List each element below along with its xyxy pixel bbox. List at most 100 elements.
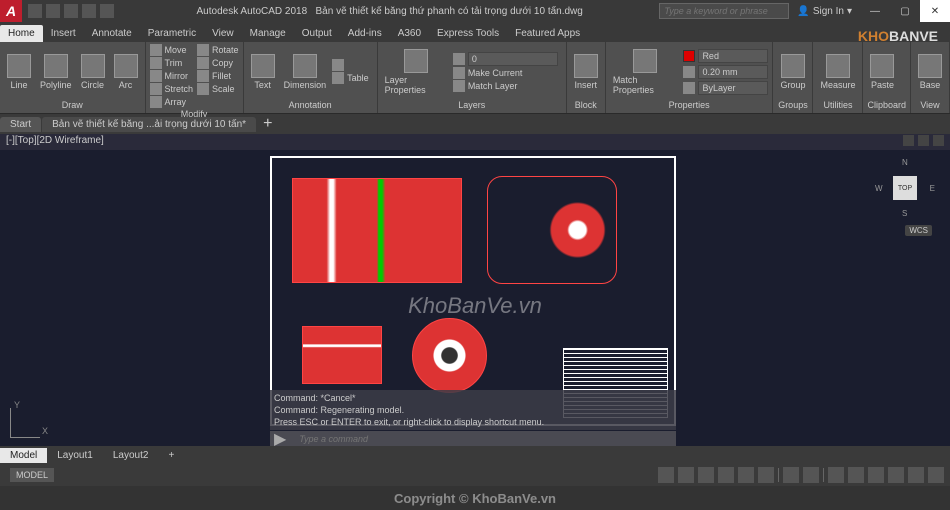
- insert-block-button[interactable]: Insert: [571, 52, 601, 92]
- compass-n[interactable]: N: [902, 158, 908, 167]
- qat-new-icon[interactable]: [28, 4, 42, 18]
- color-dropdown[interactable]: Red: [683, 49, 768, 63]
- panel-label[interactable]: Layers: [382, 99, 562, 111]
- circle-button[interactable]: Circle: [78, 52, 108, 92]
- leader-button[interactable]: [332, 59, 369, 71]
- qat-redo-icon[interactable]: [100, 4, 114, 18]
- ucs-icon[interactable]: Y X: [10, 408, 40, 438]
- move-button[interactable]: Move: [150, 44, 194, 56]
- panel-properties: Match Properties Red 0.20 mm ByLayer Pro…: [606, 42, 774, 113]
- maximize-button[interactable]: ▢: [890, 0, 920, 22]
- app-logo[interactable]: A: [0, 0, 22, 22]
- text-button[interactable]: Text: [248, 52, 278, 92]
- file-tab-current[interactable]: Bản vẽ thiết kế băng ...ải trọng dưới 10…: [42, 117, 256, 132]
- vp-close-icon[interactable]: [933, 135, 944, 146]
- panel-label[interactable]: Clipboard: [867, 99, 906, 111]
- panel-label[interactable]: Properties: [610, 99, 769, 111]
- view-cube[interactable]: N S E W TOP: [875, 158, 935, 218]
- layer-properties-button[interactable]: Layer Properties: [382, 47, 450, 97]
- base-button[interactable]: Base: [915, 52, 945, 92]
- ribbon-tab-featured[interactable]: Featured Apps: [507, 25, 588, 42]
- layout-tab-2[interactable]: Layout2: [103, 448, 159, 463]
- annotation-scale-icon[interactable]: [828, 467, 844, 483]
- minimize-button[interactable]: —: [860, 0, 890, 22]
- polar-toggle-icon[interactable]: [718, 467, 734, 483]
- paste-button[interactable]: Paste: [867, 52, 897, 92]
- ribbon-tab-parametric[interactable]: Parametric: [140, 25, 204, 42]
- layout-tab-add[interactable]: +: [158, 448, 184, 463]
- new-file-tab-button[interactable]: +: [257, 113, 278, 135]
- transparency-toggle-icon[interactable]: [803, 467, 819, 483]
- panel-clipboard: Paste Clipboard: [863, 42, 911, 113]
- compass-s[interactable]: S: [902, 209, 907, 218]
- help-search-input[interactable]: [659, 3, 789, 19]
- viewport-label-text[interactable]: [-][Top][2D Wireframe]: [6, 135, 104, 149]
- array-button[interactable]: Array: [150, 96, 194, 108]
- ribbon-tab-express[interactable]: Express Tools: [429, 25, 507, 42]
- vp-minimize-icon[interactable]: [903, 135, 914, 146]
- lineweight-toggle-icon[interactable]: [783, 467, 799, 483]
- close-button[interactable]: ✕: [920, 0, 950, 22]
- arc-button[interactable]: Arc: [111, 52, 141, 92]
- fillet-button[interactable]: Fillet: [197, 70, 239, 82]
- ribbon-tab-home[interactable]: Home: [0, 25, 43, 42]
- measure-button[interactable]: Measure: [817, 52, 858, 92]
- table-button[interactable]: Table: [332, 72, 369, 84]
- model-space-toggle[interactable]: MODEL: [10, 468, 54, 482]
- wcs-label[interactable]: WCS: [905, 225, 932, 236]
- snap-toggle-icon[interactable]: [678, 467, 694, 483]
- panel-label[interactable]: Draw: [4, 99, 141, 111]
- ribbon-tab-addins[interactable]: Add-ins: [340, 25, 390, 42]
- command-input[interactable]: [299, 434, 672, 444]
- panel-label[interactable]: Block: [571, 99, 601, 111]
- ribbon-tab-a360[interactable]: A360: [390, 25, 429, 42]
- panel-label[interactable]: Utilities: [817, 99, 858, 111]
- ribbon-tab-insert[interactable]: Insert: [43, 25, 84, 42]
- group-button[interactable]: Group: [777, 52, 808, 92]
- workspace-icon[interactable]: [848, 467, 864, 483]
- ribbon-tab-annotate[interactable]: Annotate: [84, 25, 140, 42]
- drawing-canvas[interactable]: Y X N S E W TOP WCS Command: *Cancel* Co…: [0, 150, 950, 446]
- panel-label[interactable]: Annotation: [248, 99, 373, 111]
- clean-screen-icon[interactable]: [908, 467, 924, 483]
- viewcube-top-face[interactable]: TOP: [893, 176, 917, 200]
- layout-tab-model[interactable]: Model: [0, 448, 47, 463]
- linetype-dropdown[interactable]: ByLayer: [683, 81, 768, 95]
- isolate-icon[interactable]: [888, 467, 904, 483]
- compass-w[interactable]: W: [875, 184, 883, 193]
- dimension-button[interactable]: Dimension: [281, 52, 330, 92]
- line-button[interactable]: Line: [4, 52, 34, 92]
- ribbon-tab-output[interactable]: Output: [294, 25, 340, 42]
- match-properties-button[interactable]: Match Properties: [610, 47, 681, 97]
- make-current-button[interactable]: Make Current: [453, 67, 558, 79]
- panel-label[interactable]: View: [915, 99, 945, 111]
- file-tab-start[interactable]: Start: [0, 117, 41, 132]
- panel-label[interactable]: Groups: [777, 99, 808, 111]
- ribbon-tab-manage[interactable]: Manage: [242, 25, 294, 42]
- match-prop-icon: [633, 49, 657, 73]
- qat-undo-icon[interactable]: [82, 4, 96, 18]
- stretch-button[interactable]: Stretch: [150, 83, 194, 95]
- lineweight-dropdown[interactable]: 0.20 mm: [683, 65, 768, 79]
- rotate-button[interactable]: Rotate: [197, 44, 239, 56]
- otrack-toggle-icon[interactable]: [758, 467, 774, 483]
- qat-save-icon[interactable]: [64, 4, 78, 18]
- signin-button[interactable]: 👤 Sign In ▾: [789, 6, 860, 17]
- copy-button[interactable]: Copy: [197, 57, 239, 69]
- ortho-toggle-icon[interactable]: [698, 467, 714, 483]
- compass-e[interactable]: E: [930, 184, 935, 193]
- vp-maximize-icon[interactable]: [918, 135, 929, 146]
- hardware-accel-icon[interactable]: [868, 467, 884, 483]
- mirror-button[interactable]: Mirror: [150, 70, 194, 82]
- ribbon-tab-view[interactable]: View: [204, 25, 242, 42]
- layer-dropdown[interactable]: 0: [453, 52, 558, 66]
- trim-button[interactable]: Trim: [150, 57, 194, 69]
- layout-tab-1[interactable]: Layout1: [47, 448, 103, 463]
- scale-button[interactable]: Scale: [197, 83, 239, 95]
- match-layer-button[interactable]: Match Layer: [453, 80, 558, 92]
- customize-icon[interactable]: [928, 467, 944, 483]
- osnap-toggle-icon[interactable]: [738, 467, 754, 483]
- polyline-button[interactable]: Polyline: [37, 52, 75, 92]
- grid-toggle-icon[interactable]: [658, 467, 674, 483]
- qat-open-icon[interactable]: [46, 4, 60, 18]
